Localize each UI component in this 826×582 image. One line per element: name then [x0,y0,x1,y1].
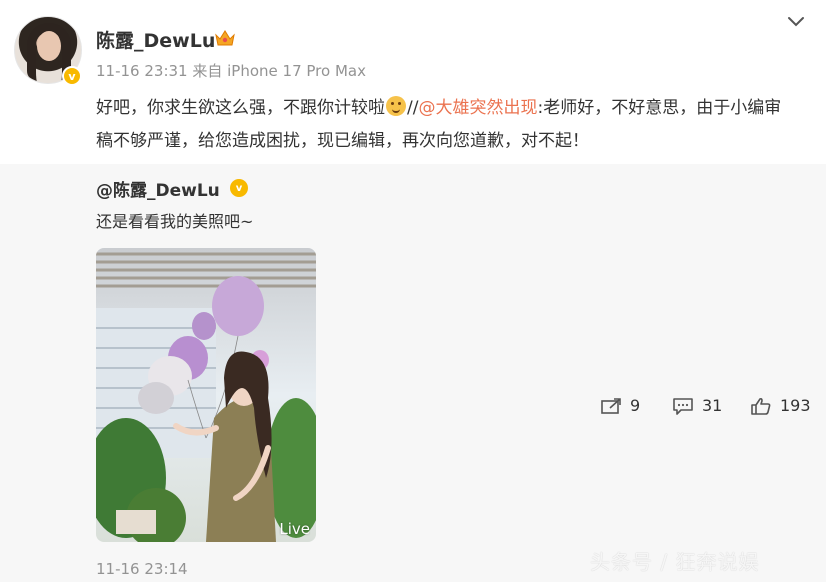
live-photo-label: Live [279,520,310,538]
verified-icon: v [62,66,82,86]
post-text-part1: 好吧，你求生欲这么强，不跟你计较啦 [96,98,385,118]
avatar-face [37,31,61,61]
post-text-separator: // [407,98,419,118]
repost-text: 还是看看我的美照吧~ [96,212,254,231]
comment-count: 31 [702,396,723,415]
comment-icon [673,397,693,415]
like-button[interactable]: 193 [750,396,811,415]
repost-timestamp[interactable]: 11-16 23:14 [96,560,188,578]
repost-verified-icon: v [230,179,248,197]
mention-link[interactable]: @大雄突然出现 [418,98,537,118]
post-timestamp[interactable]: 11-16 23:31 [96,62,188,80]
photo-image [96,248,316,542]
post-source: 来自 iPhone 17 Pro Max [192,62,366,80]
username[interactable]: 陈露_DewLu [96,26,215,53]
crown-icon [215,30,235,46]
post-text: 好吧，你求生欲这么强，不跟你计较啦//@大雄突然出现:老师好，不好意思，由于小编… [96,92,796,158]
emoji-icon [386,96,406,116]
share-count: 9 [630,396,641,415]
repost-card[interactable]: @陈露_DewLu v 还是看看我的美照吧~ Live 11-16 23:14 [0,164,826,582]
post-meta: 11-16 23:31 来自 iPhone 17 Pro Max [96,60,366,81]
weibo-post: v 陈露_DewLu 11-16 23:31 来自 iPhone 17 Pro … [0,0,826,582]
chevron-down-icon[interactable] [786,14,806,30]
like-icon [751,397,771,415]
repost-username[interactable]: @陈露_DewLu [96,176,220,201]
share-icon [601,397,621,414]
watermark: 头条号 / 狂奔说娱 [590,550,760,574]
share-button[interactable]: 9 [600,396,640,415]
repost-photo[interactable]: Live [96,248,316,542]
like-count: 193 [780,396,811,415]
comment-button[interactable]: 31 [672,396,722,415]
